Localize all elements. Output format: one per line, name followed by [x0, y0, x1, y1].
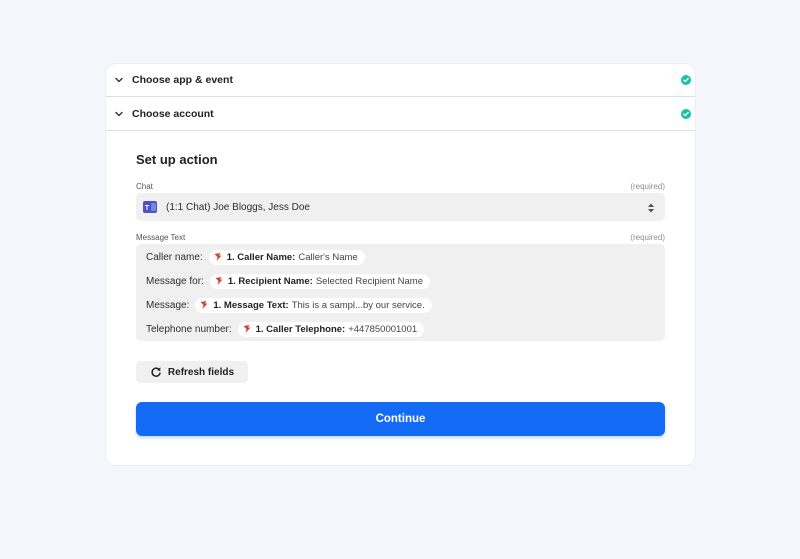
step-label: Choose app & event — [132, 74, 233, 86]
chevron-down-icon[interactable] — [112, 73, 126, 87]
pill-field-value: Caller's Name — [298, 251, 358, 263]
chat-selected-value: (1:1 Chat) Joe Bloggs, Jess Doe — [166, 201, 310, 213]
pill-field-value: +447850001001 — [348, 323, 418, 335]
line-prefix: Message for: — [146, 275, 204, 287]
pill-field-name: 1. Caller Name: — [226, 251, 296, 263]
chat-field-label: Chat — [136, 182, 153, 191]
field-pill[interactable]: 1. Caller Name: Caller's Name — [208, 249, 365, 265]
svg-text:T: T — [145, 205, 150, 212]
message-required-label: (required) — [630, 233, 665, 242]
pill-field-name: 1. Caller Telephone: — [255, 323, 346, 335]
zap-icon — [214, 253, 222, 261]
step-choose-app-event[interactable]: Choose app & event — [106, 64, 695, 97]
setup-card: Choose app & event Choose account Set up… — [106, 64, 695, 465]
message-line: Caller name: 1. Caller Name: Caller's Na… — [146, 249, 365, 265]
pill-field-value: Selected Recipient Name — [315, 275, 424, 287]
continue-label: Continue — [375, 413, 426, 425]
field-pill[interactable]: 1. Caller Telephone: +447850001001 — [237, 321, 425, 337]
section-title: Set up action — [136, 152, 218, 167]
zap-icon — [200, 301, 208, 309]
refresh-icon — [151, 367, 161, 377]
refresh-fields-label: Refresh fields — [167, 366, 235, 378]
field-pill[interactable]: 1. Recipient Name: Selected Recipient Na… — [209, 273, 431, 289]
line-prefix: Message: — [146, 299, 190, 311]
chat-select[interactable]: T (1:1 Chat) Joe Bloggs, Jess Doe — [136, 193, 665, 221]
microsoft-teams-icon: T — [142, 199, 158, 215]
chat-required-label: (required) — [630, 182, 665, 191]
zap-icon — [215, 277, 223, 285]
message-line: Message for: 1. Recipient Name: Selected… — [146, 273, 431, 289]
select-arrows-icon — [647, 201, 655, 213]
message-text-input[interactable]: Caller name: 1. Caller Name: Caller's Na… — [136, 244, 665, 341]
field-pill[interactable]: 1. Message Text: This is a sampl...by ou… — [195, 297, 432, 313]
step-choose-account[interactable]: Choose account — [106, 97, 695, 131]
message-text-label: Message Text — [136, 233, 186, 242]
refresh-fields-button[interactable]: Refresh fields — [136, 361, 248, 383]
step-label: Choose account — [132, 107, 214, 120]
message-line: Message: 1. Message Text: This is a samp… — [146, 297, 432, 313]
line-prefix: Caller name: — [146, 251, 203, 263]
pill-field-name: 1. Recipient Name: — [227, 275, 313, 287]
check-icon — [681, 108, 691, 119]
line-prefix: Telephone number: — [146, 323, 232, 335]
check-icon — [681, 75, 691, 85]
pill-field-value: This is a sampl...by our service. — [291, 299, 425, 311]
continue-button[interactable]: Continue — [136, 402, 665, 436]
message-line: Telephone number: 1. Caller Telephone: +… — [146, 321, 425, 337]
pill-field-name: 1. Message Text: — [213, 299, 289, 311]
zap-icon — [243, 325, 251, 333]
chevron-down-icon[interactable] — [112, 107, 126, 121]
